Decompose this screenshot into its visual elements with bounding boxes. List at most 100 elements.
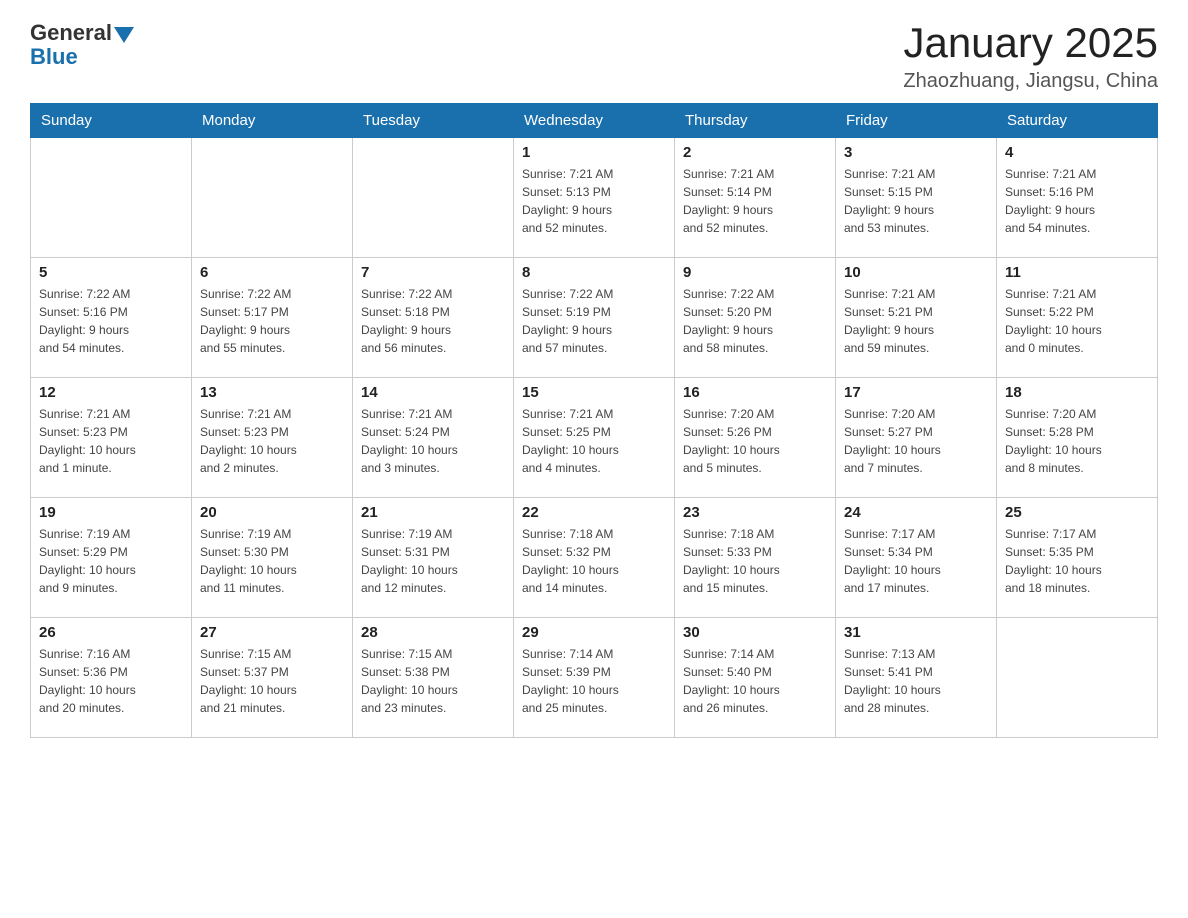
- day-info: Sunrise: 7:18 AMSunset: 5:33 PMDaylight:…: [683, 525, 827, 597]
- calendar-header-row: SundayMondayTuesdayWednesdayThursdayFrid…: [31, 104, 1158, 138]
- calendar-cell: 14Sunrise: 7:21 AMSunset: 5:24 PMDayligh…: [353, 378, 514, 498]
- day-info: Sunrise: 7:21 AMSunset: 5:23 PMDaylight:…: [200, 405, 344, 477]
- day-info: Sunrise: 7:21 AMSunset: 5:15 PMDaylight:…: [844, 165, 988, 237]
- calendar-header-tuesday: Tuesday: [353, 104, 514, 138]
- day-info: Sunrise: 7:21 AMSunset: 5:25 PMDaylight:…: [522, 405, 666, 477]
- day-info: Sunrise: 7:19 AMSunset: 5:29 PMDaylight:…: [39, 525, 183, 597]
- day-number: 12: [39, 384, 183, 401]
- day-info: Sunrise: 7:14 AMSunset: 5:40 PMDaylight:…: [683, 645, 827, 717]
- calendar-cell: 24Sunrise: 7:17 AMSunset: 5:34 PMDayligh…: [836, 498, 997, 618]
- calendar-cell: 1 Sunrise: 7:21 AMSunset: 5:13 PMDaylight…: [514, 138, 675, 258]
- calendar-cell: [353, 138, 514, 258]
- day-number: 30: [683, 624, 827, 641]
- calendar-title: January 2025: [903, 20, 1158, 66]
- calendar-cell: 10Sunrise: 7:21 AMSunset: 5:21 PMDayligh…: [836, 258, 997, 378]
- calendar-cell: 11Sunrise: 7:21 AMSunset: 5:22 PMDayligh…: [997, 258, 1158, 378]
- logo-general-text: General: [30, 20, 112, 46]
- calendar-cell: 5Sunrise: 7:22 AMSunset: 5:16 PMDaylight…: [31, 258, 192, 378]
- calendar-cell: [192, 138, 353, 258]
- calendar-cell: 13 Sunrise: 7:21 AMSunset: 5:23 PMDayligh…: [192, 378, 353, 498]
- calendar-week-row: 1 Sunrise: 7:21 AMSunset: 5:13 PMDaylight…: [31, 138, 1158, 258]
- day-number: 10: [844, 264, 988, 281]
- calendar-header-sunday: Sunday: [31, 104, 192, 138]
- day-info: Sunrise: 7:21 AMSunset: 5:22 PMDaylight:…: [1005, 285, 1149, 357]
- day-info: Sunrise: 7:22 AMSunset: 5:20 PMDaylight:…: [683, 285, 827, 357]
- calendar-week-row: 5Sunrise: 7:22 AMSunset: 5:16 PMDaylight…: [31, 258, 1158, 378]
- day-info: Sunrise: 7:17 AMSunset: 5:34 PMDaylight:…: [844, 525, 988, 597]
- day-number: 17: [844, 384, 988, 401]
- day-number: 20: [200, 504, 344, 521]
- day-info: Sunrise: 7:19 AMSunset: 5:31 PMDaylight:…: [361, 525, 505, 597]
- day-info: Sunrise: 7:21 AMSunset: 5:24 PMDaylight:…: [361, 405, 505, 477]
- calendar-cell: 16Sunrise: 7:20 AMSunset: 5:26 PMDayligh…: [675, 378, 836, 498]
- day-info: Sunrise: 7:21 AMSunset: 5:14 PMDaylight:…: [683, 165, 827, 237]
- day-number: 27: [200, 624, 344, 641]
- calendar-table: SundayMondayTuesdayWednesdayThursdayFrid…: [30, 103, 1158, 738]
- day-number: 23: [683, 504, 827, 521]
- day-number: 28: [361, 624, 505, 641]
- calendar-cell: 20 Sunrise: 7:19 AMSunset: 5:30 PMDayligh…: [192, 498, 353, 618]
- day-number: 6: [200, 264, 344, 281]
- day-info: Sunrise: 7:22 AMSunset: 5:18 PMDaylight:…: [361, 285, 505, 357]
- calendar-cell: 15 Sunrise: 7:21 AMSunset: 5:25 PMDayligh…: [514, 378, 675, 498]
- day-number: 7: [361, 264, 505, 281]
- day-info: Sunrise: 7:21 AMSunset: 5:16 PMDaylight:…: [1005, 165, 1149, 237]
- calendar-header-monday: Monday: [192, 104, 353, 138]
- calendar-header-friday: Friday: [836, 104, 997, 138]
- calendar-cell: 19Sunrise: 7:19 AMSunset: 5:29 PMDayligh…: [31, 498, 192, 618]
- calendar-cell: 3 Sunrise: 7:21 AMSunset: 5:15 PMDaylight…: [836, 138, 997, 258]
- calendar-header-thursday: Thursday: [675, 104, 836, 138]
- day-info: Sunrise: 7:15 AMSunset: 5:38 PMDaylight:…: [361, 645, 505, 717]
- calendar-cell: 23 Sunrise: 7:18 AMSunset: 5:33 PMDayligh…: [675, 498, 836, 618]
- day-number: 22: [522, 504, 666, 521]
- day-info: Sunrise: 7:21 AMSunset: 5:23 PMDaylight:…: [39, 405, 183, 477]
- day-number: 16: [683, 384, 827, 401]
- day-number: 1: [522, 144, 666, 161]
- calendar-subtitle: Zhaozhuang, Jiangsu, China: [903, 70, 1158, 93]
- calendar-cell: 29Sunrise: 7:14 AMSunset: 5:39 PMDayligh…: [514, 618, 675, 738]
- calendar-week-row: 12 Sunrise: 7:21 AMSunset: 5:23 PMDayligh…: [31, 378, 1158, 498]
- day-number: 21: [361, 504, 505, 521]
- day-number: 9: [683, 264, 827, 281]
- day-info: Sunrise: 7:18 AMSunset: 5:32 PMDaylight:…: [522, 525, 666, 597]
- calendar-cell: 4 Sunrise: 7:21 AMSunset: 5:16 PMDaylight…: [997, 138, 1158, 258]
- calendar-cell: [997, 618, 1158, 738]
- day-info: Sunrise: 7:20 AMSunset: 5:28 PMDaylight:…: [1005, 405, 1149, 477]
- day-info: Sunrise: 7:22 AMSunset: 5:17 PMDaylight:…: [200, 285, 344, 357]
- day-number: 3: [844, 144, 988, 161]
- day-info: Sunrise: 7:16 AMSunset: 5:36 PMDaylight:…: [39, 645, 183, 717]
- day-info: Sunrise: 7:15 AMSunset: 5:37 PMDaylight:…: [200, 645, 344, 717]
- calendar-cell: 26 Sunrise: 7:16 AMSunset: 5:36 PMDayligh…: [31, 618, 192, 738]
- calendar-cell: 12 Sunrise: 7:21 AMSunset: 5:23 PMDayligh…: [31, 378, 192, 498]
- logo: General Blue: [30, 20, 134, 70]
- day-number: 13: [200, 384, 344, 401]
- logo-blue-text: Blue: [30, 44, 78, 70]
- calendar-cell: 7 Sunrise: 7:22 AMSunset: 5:18 PMDaylight…: [353, 258, 514, 378]
- day-info: Sunrise: 7:21 AMSunset: 5:13 PMDaylight:…: [522, 165, 666, 237]
- day-number: 18: [1005, 384, 1149, 401]
- calendar-header-wednesday: Wednesday: [514, 104, 675, 138]
- calendar-cell: 6 Sunrise: 7:22 AMSunset: 5:17 PMDaylight…: [192, 258, 353, 378]
- calendar-cell: 22 Sunrise: 7:18 AMSunset: 5:32 PMDayligh…: [514, 498, 675, 618]
- day-number: 15: [522, 384, 666, 401]
- calendar-cell: 27 Sunrise: 7:15 AMSunset: 5:37 PMDayligh…: [192, 618, 353, 738]
- title-area: January 2025 Zhaozhuang, Jiangsu, China: [903, 20, 1158, 93]
- calendar-cell: 21 Sunrise: 7:19 AMSunset: 5:31 PMDayligh…: [353, 498, 514, 618]
- day-number: 2: [683, 144, 827, 161]
- calendar-cell: 18 Sunrise: 7:20 AMSunset: 5:28 PMDayligh…: [997, 378, 1158, 498]
- calendar-cell: 9 Sunrise: 7:22 AMSunset: 5:20 PMDaylight…: [675, 258, 836, 378]
- day-number: 26: [39, 624, 183, 641]
- day-number: 29: [522, 624, 666, 641]
- logo-triangle-icon: [114, 27, 134, 43]
- calendar-week-row: 19Sunrise: 7:19 AMSunset: 5:29 PMDayligh…: [31, 498, 1158, 618]
- day-number: 4: [1005, 144, 1149, 161]
- day-info: Sunrise: 7:13 AMSunset: 5:41 PMDaylight:…: [844, 645, 988, 717]
- calendar-cell: 28 Sunrise: 7:15 AMSunset: 5:38 PMDayligh…: [353, 618, 514, 738]
- calendar-cell: 31Sunrise: 7:13 AMSunset: 5:41 PMDayligh…: [836, 618, 997, 738]
- calendar-cell: 30 Sunrise: 7:14 AMSunset: 5:40 PMDayligh…: [675, 618, 836, 738]
- page-header: General Blue January 2025 Zhaozhuang, Ji…: [30, 20, 1158, 93]
- day-info: Sunrise: 7:19 AMSunset: 5:30 PMDaylight:…: [200, 525, 344, 597]
- day-number: 25: [1005, 504, 1149, 521]
- calendar-week-row: 26 Sunrise: 7:16 AMSunset: 5:36 PMDayligh…: [31, 618, 1158, 738]
- calendar-cell: 25Sunrise: 7:17 AMSunset: 5:35 PMDayligh…: [997, 498, 1158, 618]
